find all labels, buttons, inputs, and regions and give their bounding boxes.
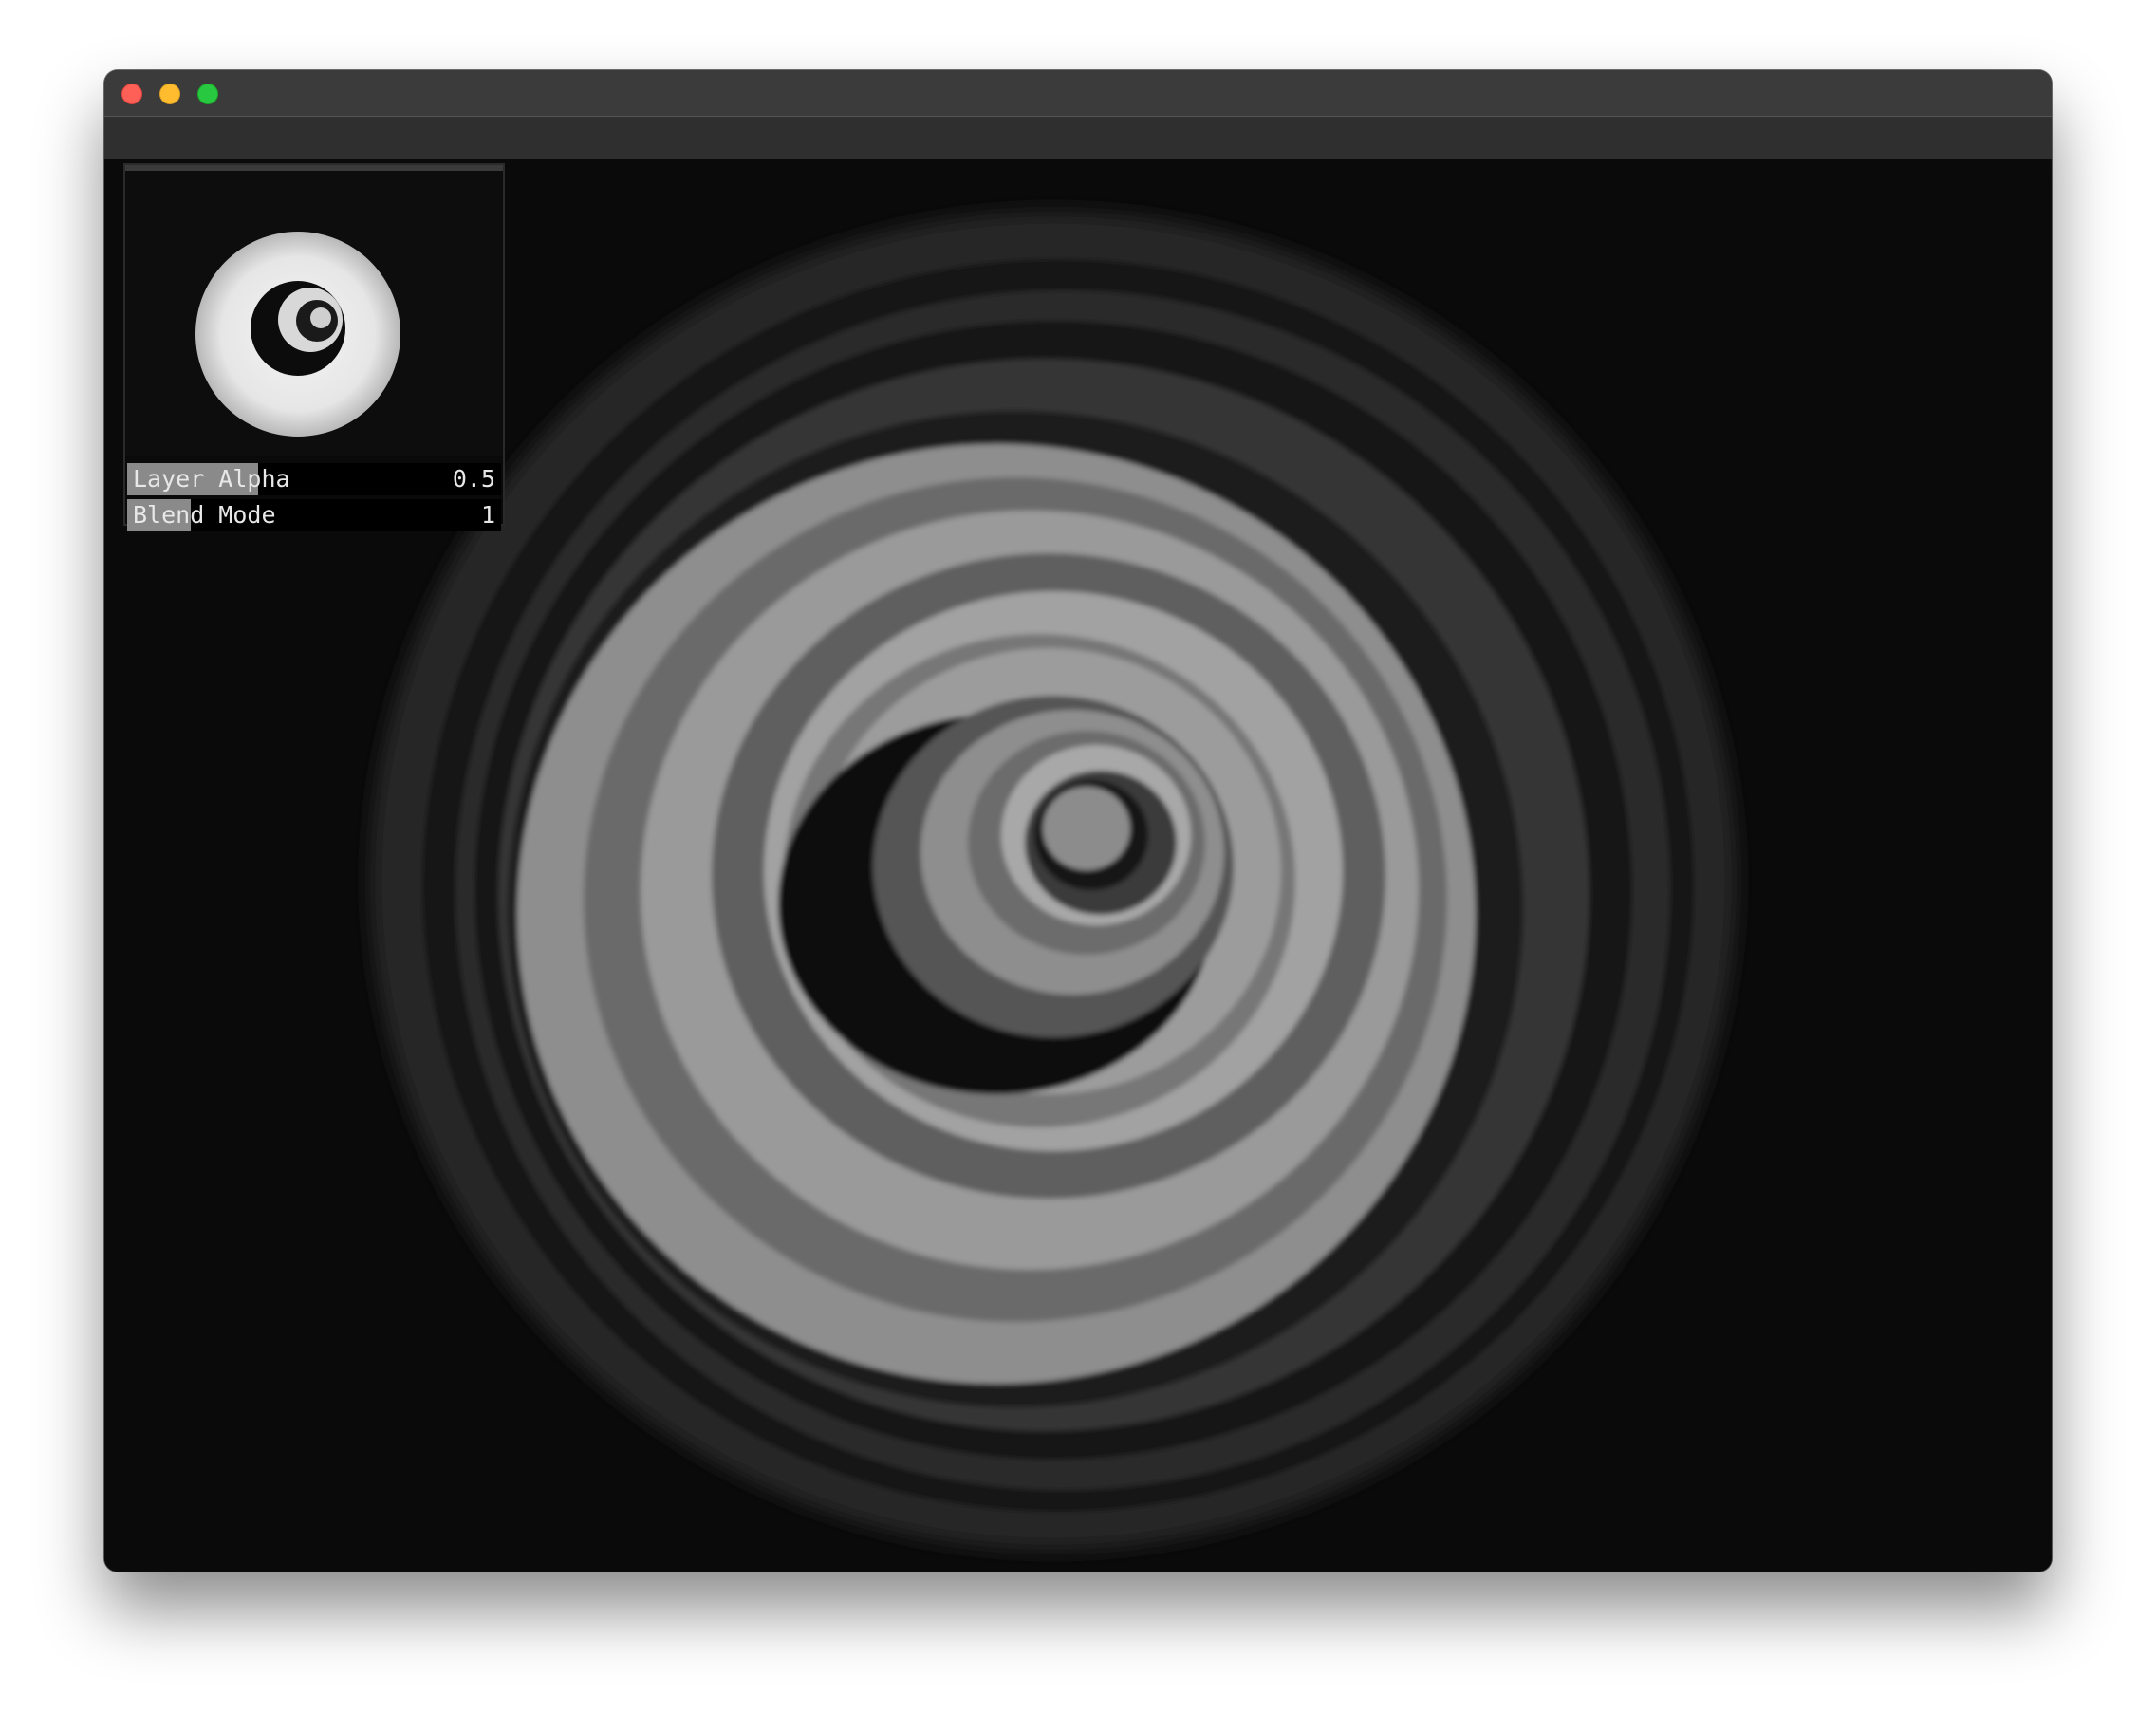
layer-thumbnail (125, 171, 503, 456)
zoom-window-button[interactable] (197, 84, 218, 104)
toolbar-strip (104, 117, 2052, 159)
app-window: Layer Alpha 0.5 Blend Mode 1 (104, 70, 2052, 1572)
slider-label: Layer Alpha (133, 465, 290, 493)
close-window-button[interactable] (121, 84, 142, 104)
title-bar[interactable] (104, 70, 2052, 117)
slider-value: 1 (480, 501, 495, 529)
slider-label: Blend Mode (133, 501, 276, 529)
thumbnail-spiral-image (125, 171, 503, 456)
slider-value: 0.5 (452, 465, 495, 493)
layer-panel: Layer Alpha 0.5 Blend Mode 1 (123, 163, 505, 531)
minimize-window-button[interactable] (159, 84, 180, 104)
layer-alpha-slider[interactable]: Layer Alpha 0.5 (127, 463, 501, 495)
blend-mode-slider[interactable]: Blend Mode 1 (127, 499, 501, 531)
